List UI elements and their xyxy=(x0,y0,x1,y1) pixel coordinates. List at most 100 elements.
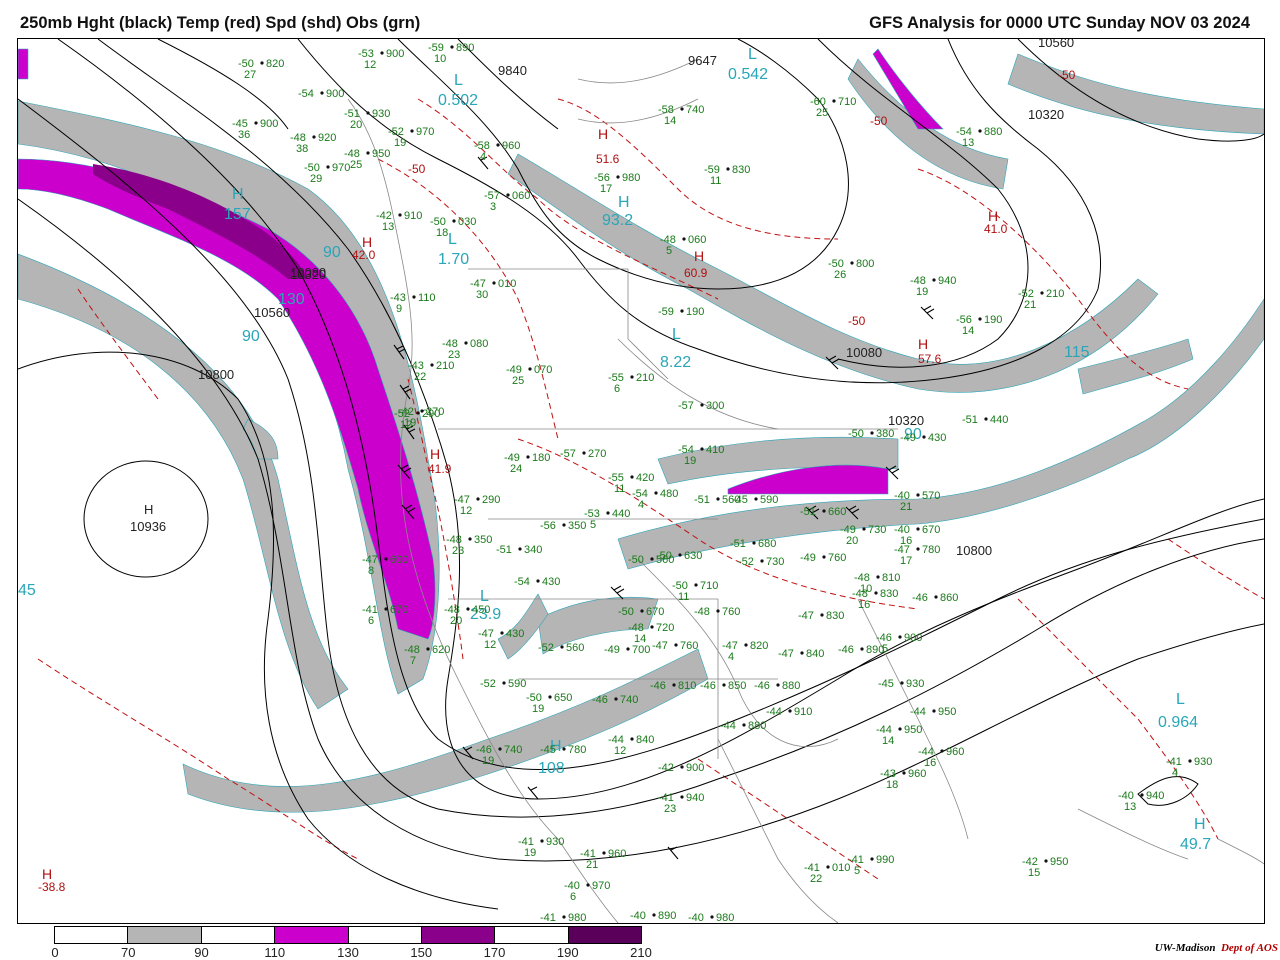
station-plot: -41 9304 xyxy=(1166,756,1212,779)
station-height: 980 xyxy=(716,912,734,924)
height-label: 10560 xyxy=(1038,38,1074,50)
station-height: 630 xyxy=(684,550,702,562)
station-height: 350 xyxy=(568,520,586,532)
station-plot: -44 96016 xyxy=(918,746,964,769)
station-temperature: -46 xyxy=(754,680,770,692)
station-dewpoint-depression: 18 xyxy=(886,779,898,791)
station-dewpoint-depression: 14 xyxy=(664,115,676,127)
station-height: 730 xyxy=(868,524,886,536)
svg-text:H: H xyxy=(430,446,440,462)
station-plot: -51 93020 xyxy=(344,108,390,131)
station-dot xyxy=(614,697,618,701)
station-plot: -48 45020 xyxy=(444,604,490,627)
credit: UW-Madison Dept of AOS xyxy=(1155,942,1278,954)
station-plot: -57 0603 xyxy=(484,190,530,213)
station-dot xyxy=(776,683,780,687)
station-temperature: -54 xyxy=(298,88,314,100)
station-height: 780 xyxy=(568,744,586,756)
station-plot: -41 9905 xyxy=(848,854,894,877)
station-plot: -43 1109 xyxy=(390,292,436,315)
station-dot xyxy=(586,883,590,887)
station-dot xyxy=(700,403,704,407)
station-dot xyxy=(850,261,854,265)
station-dewpoint-depression: 13 xyxy=(1124,801,1136,813)
station-dewpoint-depression: 6 xyxy=(368,615,374,627)
station-height: 980 xyxy=(622,172,640,184)
station-height: 270 xyxy=(426,406,444,418)
station-dot xyxy=(822,555,826,559)
station-dot xyxy=(870,857,874,861)
station-height: 350 xyxy=(474,534,492,546)
svg-text:57.6: 57.6 xyxy=(918,352,942,366)
station-plot: -49 07025 xyxy=(506,364,552,387)
station-height: 800 xyxy=(856,258,874,270)
station-plot: -47 78017 xyxy=(894,544,940,567)
station-plot: -46 890 xyxy=(838,644,884,656)
station-height: 430 xyxy=(928,432,946,444)
station-plot: -47 830 xyxy=(798,610,844,622)
station-height: 760 xyxy=(828,552,846,564)
station-plot: -41 01022 xyxy=(804,862,850,885)
station-plot: -52 21021 xyxy=(1018,288,1064,311)
station-height: 900 xyxy=(260,118,278,130)
svg-text:L: L xyxy=(748,46,757,63)
station-dewpoint-depression: 22 xyxy=(810,873,822,885)
station-plot: -52 590 xyxy=(480,678,526,690)
legend-swatch xyxy=(568,927,641,943)
station-dot xyxy=(384,557,388,561)
station-temperature: -42 xyxy=(658,762,674,774)
station-plot: -47 760 xyxy=(652,640,698,652)
station-dot xyxy=(464,341,468,345)
station-dot xyxy=(1040,291,1044,295)
station-height: 680 xyxy=(758,538,776,550)
station-dot xyxy=(492,281,496,285)
station-plot: -47 8204 xyxy=(722,640,768,663)
svg-text:L: L xyxy=(454,72,463,89)
station-dot xyxy=(650,557,654,561)
station-dot xyxy=(602,851,606,855)
svg-text:10936: 10936 xyxy=(130,519,166,534)
station-temperature: -57 xyxy=(560,448,576,460)
station-height: 960 xyxy=(608,848,626,860)
station-dewpoint-depression: 21 xyxy=(900,501,912,513)
station-dot xyxy=(932,278,936,282)
station-plot: -49 430 xyxy=(900,432,946,444)
station-height: 380 xyxy=(876,428,894,440)
station-height: 930 xyxy=(546,836,564,848)
station-temperature: -40 xyxy=(688,912,704,924)
svg-text:108: 108 xyxy=(538,760,565,777)
station-height: 210 xyxy=(436,360,454,372)
station-plot: -41 980 xyxy=(540,912,586,923)
station-height: 430 xyxy=(542,576,560,588)
station-dot xyxy=(506,193,510,197)
station-dot xyxy=(630,475,634,479)
station-height: 070 xyxy=(534,364,552,376)
legend-swatch xyxy=(55,927,129,943)
station-height: 940 xyxy=(1146,790,1164,802)
station-dot xyxy=(820,613,824,617)
station-height: 810 xyxy=(882,572,900,584)
station-dot xyxy=(672,683,676,687)
station-temperature: -49 xyxy=(604,644,620,656)
station-dot xyxy=(450,45,454,49)
station-temperature: -54 xyxy=(514,576,530,588)
station-dot xyxy=(452,219,456,223)
station-dot xyxy=(398,213,402,217)
station-plot: -56 19014 xyxy=(956,314,1002,337)
station-plot: -44 950 xyxy=(910,706,956,718)
station-height: 720 xyxy=(656,622,674,634)
station-dot xyxy=(722,683,726,687)
station-dewpoint-depression: 17 xyxy=(600,183,612,195)
station-height: 970 xyxy=(416,126,434,138)
station-temperature: -57 xyxy=(678,400,694,412)
station-height: 880 xyxy=(984,126,1002,138)
legend-tick-label: 150 xyxy=(410,945,433,960)
svg-text:H: H xyxy=(694,248,704,264)
height-label: 9840 xyxy=(498,63,527,78)
wind-speed-legend xyxy=(54,926,642,944)
station-dot xyxy=(822,509,826,513)
station-dot xyxy=(380,51,384,55)
station-dewpoint-depression: 25 xyxy=(816,107,828,119)
station-dewpoint-depression: 38 xyxy=(296,143,308,155)
station-plot: -54 430 xyxy=(514,576,560,588)
